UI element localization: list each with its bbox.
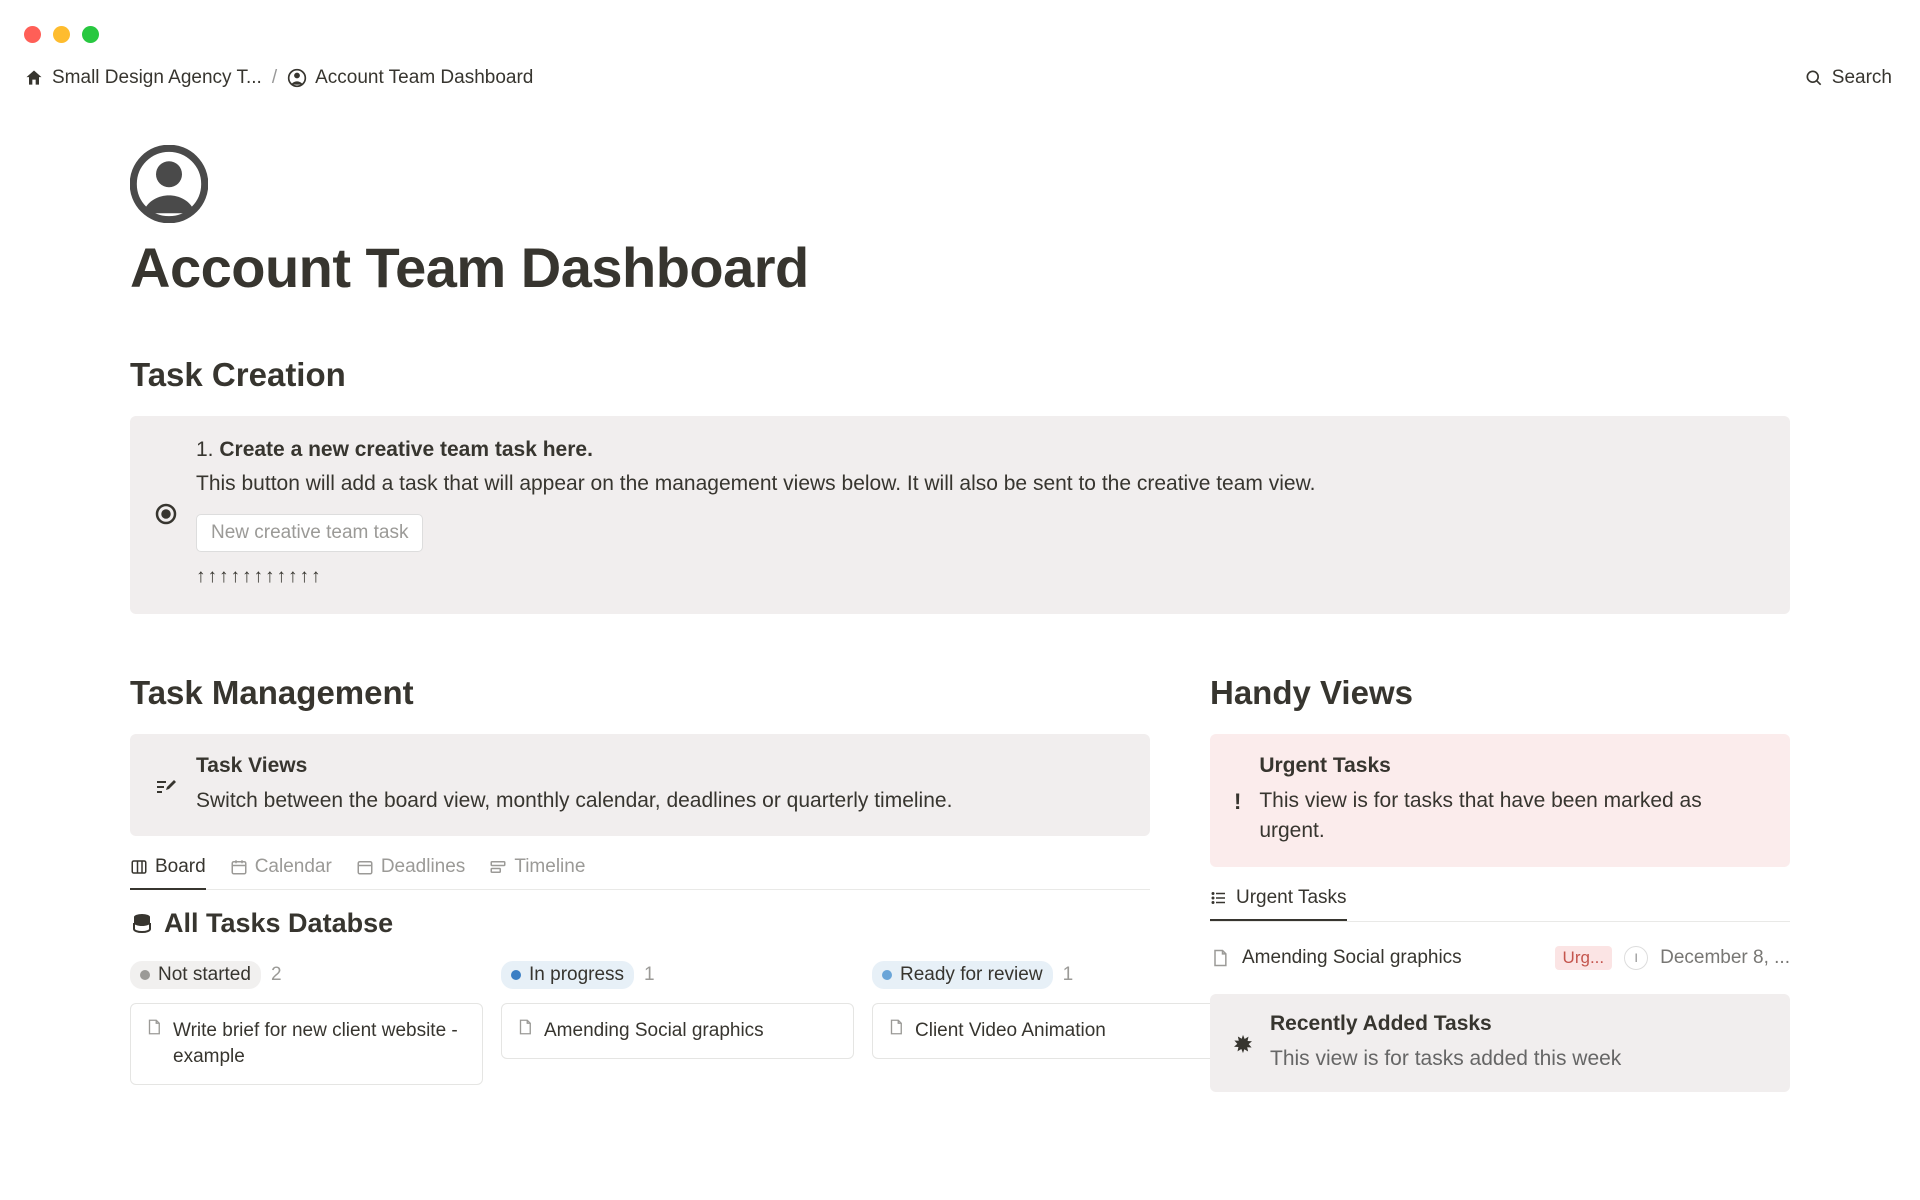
breadcrumb-separator: /: [272, 67, 277, 89]
board-header[interactable]: Ready for review 1: [872, 961, 1225, 989]
task-views-title: Task Views: [196, 754, 952, 778]
urgent-badge: Urg...: [1555, 946, 1613, 970]
timeline-icon: [489, 858, 507, 876]
card[interactable]: Client Video Animation: [872, 1003, 1225, 1059]
search-button[interactable]: Search: [1804, 67, 1892, 89]
tab-deadlines-label: Deadlines: [381, 856, 466, 878]
home-icon: [24, 68, 44, 88]
window-maximize-button[interactable]: [82, 26, 99, 43]
task-views-desc: Switch between the board view, monthly c…: [196, 786, 952, 816]
urgent-tasks-desc: This view is for tasks that have been ma…: [1259, 786, 1766, 847]
list-item-date: December 8, ...: [1660, 947, 1790, 969]
database-icon: [130, 912, 154, 936]
recently-added-callout: Recently Added Tasks This view is for ta…: [1210, 994, 1790, 1092]
tab-board[interactable]: Board: [130, 856, 206, 890]
user-circle-icon: [287, 68, 307, 88]
board-header[interactable]: In progress 1: [501, 961, 854, 989]
urgent-tasks-title: Urgent Tasks: [1259, 754, 1766, 778]
board-count: 1: [644, 964, 655, 986]
board: Not started 2 Write brief for new client…: [130, 961, 1150, 1084]
section-task-management-heading: Task Management: [130, 674, 1150, 712]
board-column-in-progress: In progress 1 Amending Social graphics: [501, 961, 854, 1084]
callout-body: 1. Create a new creative team task here.…: [196, 438, 1766, 588]
page-icon[interactable]: [130, 145, 208, 223]
list-item[interactable]: Amending Social graphics Urg... I Decemb…: [1210, 936, 1790, 980]
breadcrumb: Small Design Agency T... / Account Team …: [24, 67, 533, 89]
columns: Task Management Task Views Switch betwee…: [130, 674, 1790, 1092]
board-count: 2: [271, 964, 282, 986]
search-icon: [1804, 68, 1824, 88]
board-count: 1: [1063, 964, 1074, 986]
arrow-hint: ↑↑↑↑↑↑↑↑↑↑↑: [196, 566, 1766, 588]
tab-timeline-label: Timeline: [514, 856, 585, 878]
callout-description: This button will add a task that will ap…: [196, 472, 1766, 496]
page-icon: [516, 1018, 534, 1036]
breadcrumb-parent-label: Small Design Agency T...: [52, 67, 262, 89]
tab-calendar[interactable]: Calendar: [230, 856, 332, 890]
task-management-column: Task Management Task Views Switch betwee…: [130, 674, 1150, 1092]
task-views-callout: Task Views Switch between the board view…: [130, 734, 1150, 836]
board-column-not-started: Not started 2 Write brief for new client…: [130, 961, 483, 1084]
calendar-icon: [230, 858, 248, 876]
tab-urgent-tasks[interactable]: Urgent Tasks: [1210, 887, 1347, 921]
board-icon: [130, 858, 148, 876]
new-creative-team-task-button[interactable]: New creative team task: [196, 514, 423, 552]
section-handy-views-heading: Handy Views: [1210, 674, 1790, 712]
section-task-creation-heading: Task Creation: [130, 356, 1790, 394]
breadcrumb-current-label: Account Team Dashboard: [315, 67, 533, 89]
breadcrumb-current[interactable]: Account Team Dashboard: [287, 67, 533, 89]
status-pill-in-progress: In progress: [501, 961, 634, 989]
target-icon: [154, 440, 178, 588]
database-title-label: All Tasks Databse: [164, 908, 393, 939]
urgent-tasks-callout: ! Urgent Tasks This view is for tasks th…: [1210, 734, 1790, 867]
callout-number: 1.: [196, 438, 219, 461]
breadcrumb-parent[interactable]: Small Design Agency T...: [24, 67, 262, 89]
callout-title: 1. Create a new creative team task here.: [196, 438, 1766, 462]
tab-deadlines[interactable]: Deadlines: [356, 856, 466, 890]
search-label: Search: [1832, 67, 1892, 89]
callout-bold: Create a new creative team task here.: [219, 438, 593, 461]
list-item-title: Amending Social graphics: [1242, 947, 1543, 969]
tab-urgent-label: Urgent Tasks: [1236, 887, 1347, 909]
list-icon: [1210, 889, 1228, 907]
recently-added-desc: This view is for tasks added this week: [1270, 1044, 1621, 1074]
exclamation-icon: !: [1234, 758, 1241, 847]
handy-views-column: Handy Views ! Urgent Tasks This view is …: [1210, 674, 1790, 1092]
topbar: Small Design Agency T... / Account Team …: [0, 43, 1920, 89]
list-icon: [356, 858, 374, 876]
database-title[interactable]: All Tasks Databse: [130, 908, 1150, 939]
pencil-edit-icon: [154, 758, 178, 816]
board-header[interactable]: Not started 2: [130, 961, 483, 989]
urgent-view-tabs: Urgent Tasks: [1210, 887, 1790, 922]
board-column-ready-for-review: Ready for review 1 Client Video Animatio…: [872, 961, 1225, 1084]
status-pill-not-started: Not started: [130, 961, 261, 989]
page-icon: [145, 1018, 163, 1036]
page-title[interactable]: Account Team Dashboard: [130, 235, 1790, 300]
view-tabs: Board Calendar Deadlines Timeline: [130, 856, 1150, 890]
tab-calendar-label: Calendar: [255, 856, 332, 878]
card-title: Amending Social graphics: [544, 1018, 764, 1044]
page-icon: [887, 1018, 905, 1036]
page-content: Account Team Dashboard Task Creation 1. …: [0, 89, 1920, 1092]
task-creation-callout: 1. Create a new creative team task here.…: [130, 416, 1790, 614]
card-title: Write brief for new client website - exa…: [173, 1018, 468, 1069]
card[interactable]: Write brief for new client website - exa…: [130, 1003, 483, 1084]
page-icon: [1210, 948, 1230, 968]
status-pill-ready-for-review: Ready for review: [872, 961, 1053, 989]
burst-icon: [1232, 1014, 1254, 1074]
window-minimize-button[interactable]: [53, 26, 70, 43]
card[interactable]: Amending Social graphics: [501, 1003, 854, 1059]
window-controls: [0, 0, 1920, 43]
tab-board-label: Board: [155, 856, 206, 878]
card-title: Client Video Animation: [915, 1018, 1106, 1044]
recently-added-title: Recently Added Tasks: [1270, 1012, 1621, 1036]
window-close-button[interactable]: [24, 26, 41, 43]
tab-timeline[interactable]: Timeline: [489, 856, 585, 890]
assignee-avatar[interactable]: I: [1624, 946, 1648, 970]
